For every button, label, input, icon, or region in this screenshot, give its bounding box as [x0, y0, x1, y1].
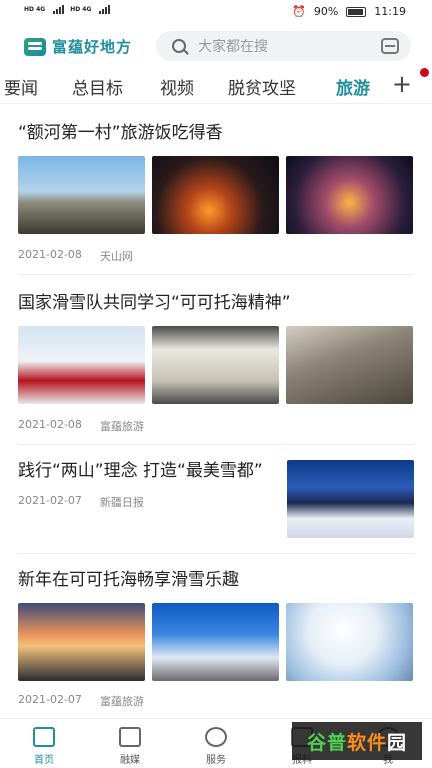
article-date: 2021-02-07 — [18, 494, 82, 507]
article-item[interactable]: 国家滑雪队共同学习“可可托海精神” 2021-02-08 富蕴旅游 — [18, 290, 414, 434]
article-image[interactable] — [286, 326, 413, 404]
scan-icon[interactable] — [381, 38, 399, 54]
tab-poverty[interactable]: 脱贫攻坚 — [228, 74, 296, 99]
article-image[interactable] — [152, 156, 279, 234]
article-date: 2021-02-08 — [18, 418, 82, 431]
channel-tabs: 要闻 总目标 视频 脱贫攻坚 旅游 + — [0, 68, 432, 104]
article-image[interactable] — [287, 460, 414, 538]
search-placeholder: 大家都在搜 — [198, 39, 268, 55]
nav-service[interactable]: 服务 — [186, 727, 246, 766]
divider — [18, 274, 414, 275]
article-title[interactable]: 国家滑雪队共同学习“可可托海精神” — [18, 290, 414, 316]
logo-icon — [24, 37, 46, 56]
logo-text: 富蕴好地方 — [52, 38, 133, 56]
article-title[interactable]: 践行“两山”理念 打造“最美雪都” — [18, 458, 268, 484]
article-title[interactable]: “额河第一村”旅游饭吃得香 — [18, 120, 414, 146]
article-item[interactable]: 践行“两山”理念 打造“最美雪都” 2021-02-07 新疆日报 — [18, 458, 414, 538]
article-meta: 2021-02-08 富蕴旅游 — [18, 418, 414, 434]
article-thumbnails — [18, 326, 414, 404]
nav-home-label: 首页 — [34, 755, 54, 766]
status-right: ⏰ 90% 11:19 — [292, 5, 406, 18]
watermark: 谷普 软件园 — [292, 722, 422, 760]
alarm-icon: ⏰ — [292, 5, 306, 18]
watermark-part2: 软件 — [346, 731, 387, 754]
article-source: 新疆日报 — [99, 496, 144, 509]
article-image[interactable] — [286, 603, 413, 681]
article-title[interactable]: 新年在可可托海畅享滑雪乐趣 — [18, 567, 414, 593]
nav-service-label: 服务 — [206, 755, 226, 766]
nav-home[interactable]: 首页 — [14, 727, 74, 766]
watermark-part1: 谷普 — [306, 731, 347, 754]
article-source: 富蕴旅游 — [99, 695, 144, 708]
signal-bars-icon — [53, 4, 65, 14]
tab-news[interactable]: 要闻 — [4, 74, 38, 99]
article-meta: 2021-02-08 天山网 — [18, 248, 414, 264]
article-date: 2021-02-07 — [18, 693, 82, 706]
article-source: 天山网 — [99, 250, 133, 263]
home-icon — [33, 727, 55, 747]
clock: 11:19 — [374, 5, 406, 18]
notification-dot — [420, 68, 429, 77]
nav-media-label: 融媒 — [120, 755, 140, 766]
watermark-part3: 园 — [387, 731, 408, 754]
signal-bars-icon-2 — [99, 4, 111, 14]
article-image[interactable] — [152, 326, 279, 404]
tab-video[interactable]: 视频 — [160, 74, 194, 99]
sim1-indicator: HD 4G — [24, 6, 45, 13]
article-item[interactable]: “额河第一村”旅游饭吃得香 2021-02-08 天山网 — [18, 120, 414, 264]
sim1-label: HD 4G — [24, 5, 46, 13]
article-item[interactable]: 新年在可可托海畅享滑雪乐趣 2021-02-07 富蕴旅游 — [18, 567, 414, 709]
tab-tourism[interactable]: 旅游 — [336, 74, 370, 99]
divider — [18, 444, 414, 445]
app-header: 富蕴好地方 大家都在搜 — [0, 24, 432, 68]
search-icon — [172, 39, 186, 53]
heart-icon — [205, 727, 227, 747]
add-tab-icon[interactable]: + — [392, 70, 412, 98]
search-bar[interactable]: 大家都在搜 — [156, 31, 411, 61]
battery-percent: 90% — [313, 5, 339, 18]
article-thumbnails — [18, 156, 414, 234]
article-image[interactable] — [286, 156, 413, 234]
article-image[interactable] — [18, 156, 145, 234]
battery-icon — [346, 6, 367, 17]
status-bar: HD 4G HD 4G ⏰ 90% 11:19 — [0, 0, 432, 24]
divider — [18, 553, 414, 554]
sim2-label: HD 4G — [70, 5, 92, 13]
media-icon — [119, 727, 141, 747]
signal-area: HD 4G HD 4G — [24, 4, 111, 14]
article-date: 2021-02-08 — [18, 248, 82, 261]
article-image[interactable] — [152, 603, 279, 681]
app-logo[interactable]: 富蕴好地方 — [24, 36, 132, 57]
article-meta: 2021-02-07 富蕴旅游 — [18, 693, 414, 709]
article-image[interactable] — [18, 603, 145, 681]
article-image[interactable] — [18, 326, 145, 404]
tab-goals[interactable]: 总目标 — [72, 74, 123, 99]
nav-media[interactable]: 融媒 — [100, 727, 160, 766]
article-source: 富蕴旅游 — [99, 420, 144, 433]
sim2-indicator: HD 4G — [70, 6, 91, 13]
article-thumbnails — [18, 603, 414, 681]
